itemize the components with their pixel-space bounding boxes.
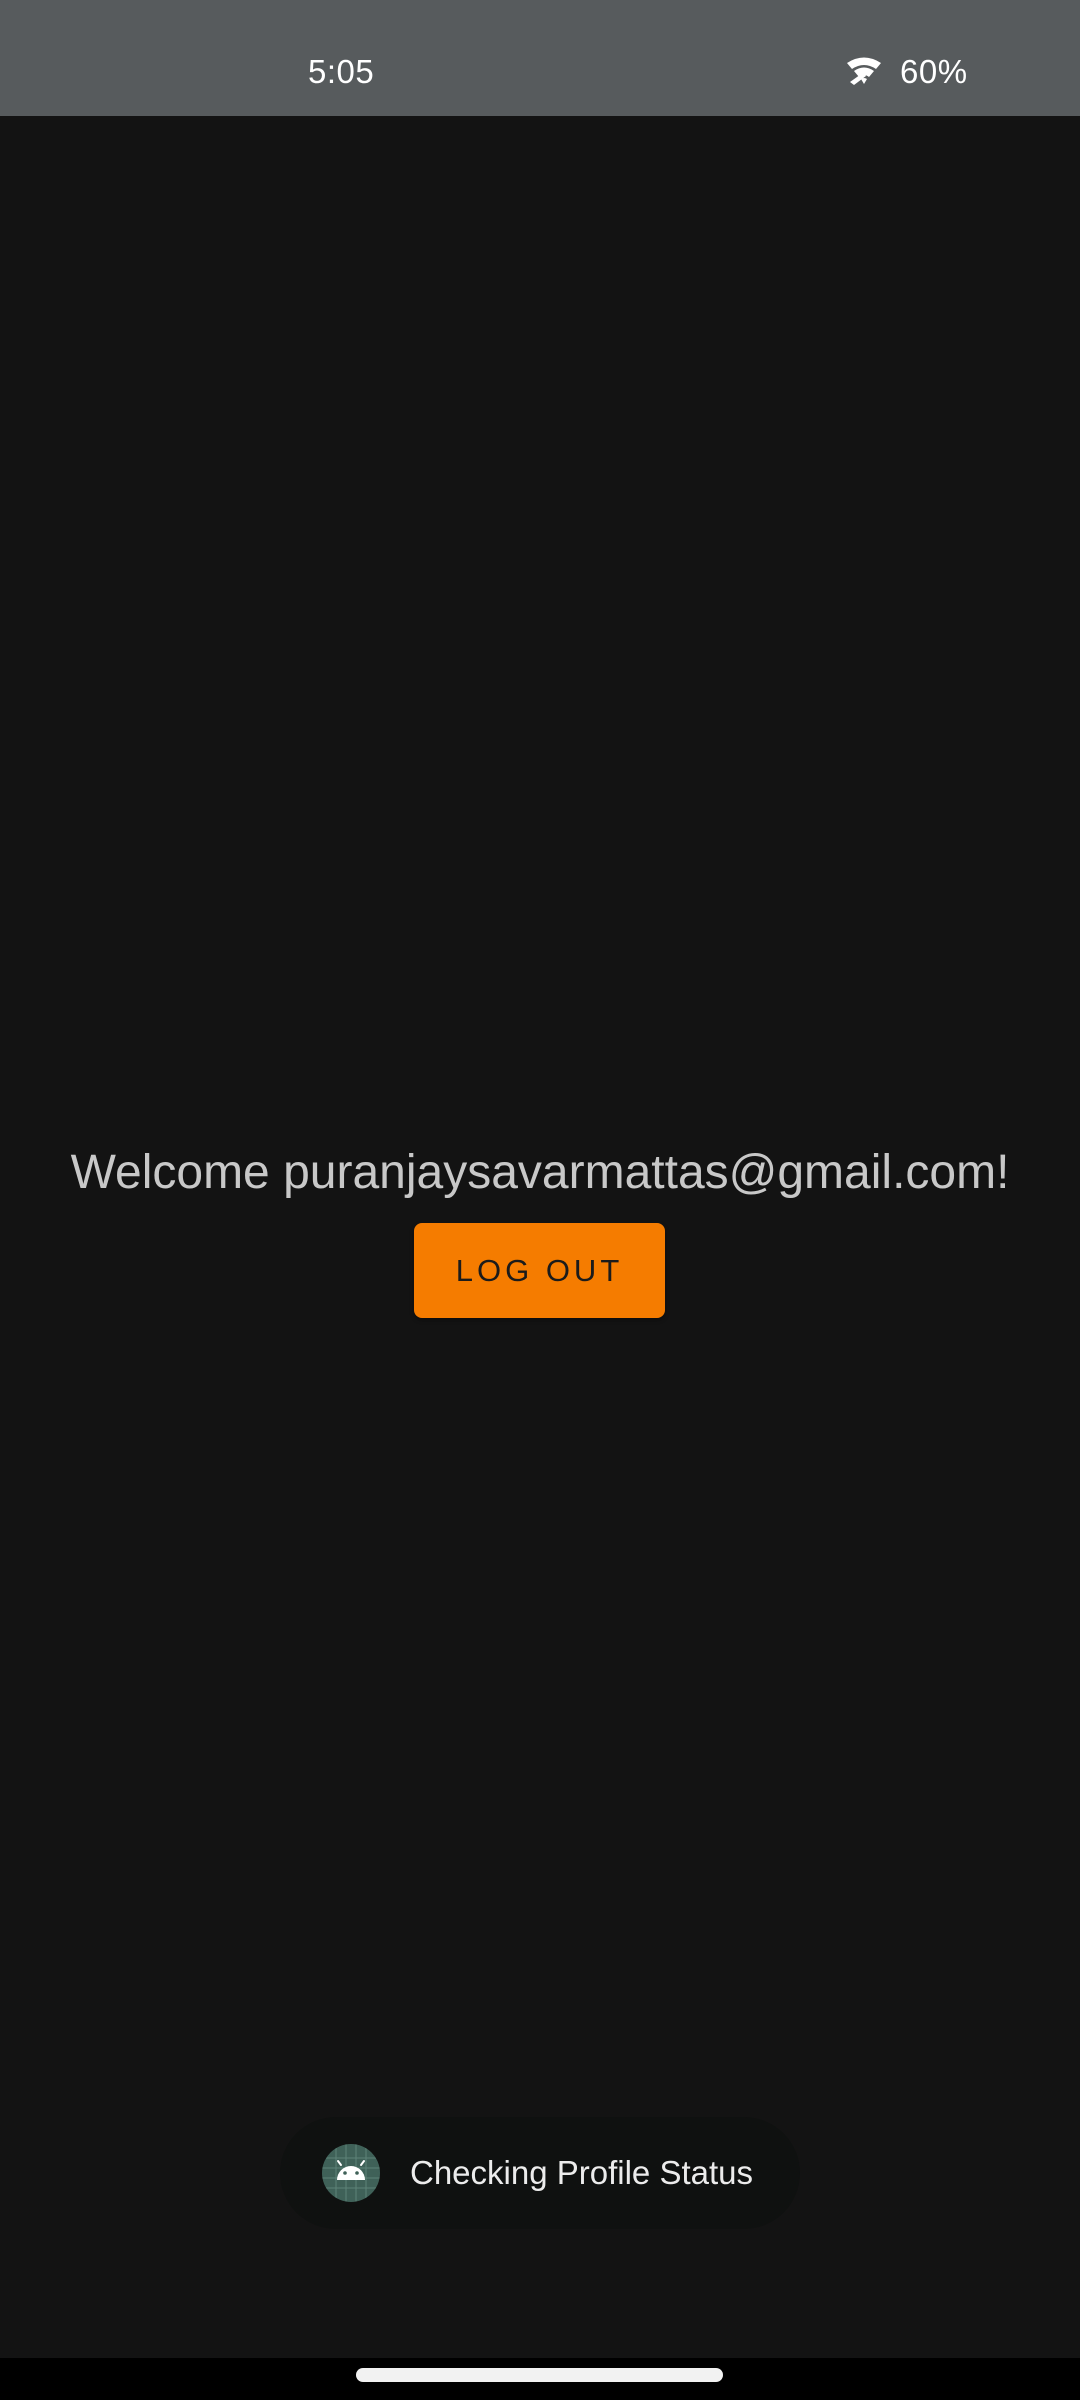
welcome-message: Welcome puranjaysavarmattas@gmail.com!	[70, 1146, 1010, 1199]
logout-button[interactable]: LOG OUT	[414, 1223, 665, 1318]
status-icons: 60%	[844, 50, 968, 94]
status-time: 5:05	[308, 53, 375, 90]
toast-message: Checking Profile Status	[410, 2154, 754, 2191]
navigation-bar	[0, 2358, 1080, 2400]
home-gesture-handle[interactable]	[356, 2368, 723, 2382]
wifi-icon	[847, 57, 881, 85]
battery-percentage: 60%	[900, 53, 968, 90]
status-bar: 5:05 60%	[0, 0, 1080, 116]
app-screen: 5:05 60% Welcome puranjaysavarmattas@gma…	[0, 0, 1080, 2400]
toast-notification: Checking Profile Status	[280, 2117, 800, 2229]
android-icon	[322, 2144, 380, 2202]
